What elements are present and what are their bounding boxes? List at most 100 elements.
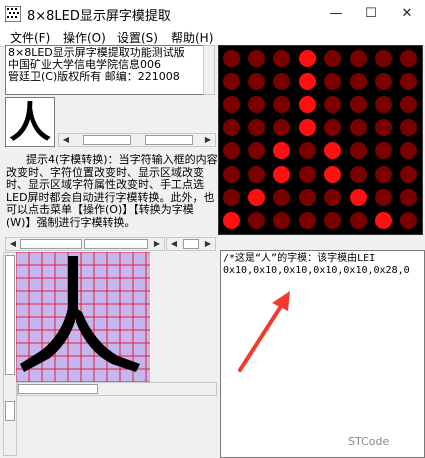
- led-dot[interactable]: [222, 72, 240, 90]
- menu-file[interactable]: 文件(F): [10, 29, 50, 46]
- led-dot[interactable]: [349, 95, 367, 113]
- led-dot[interactable]: [374, 95, 392, 113]
- scroll-left-icon[interactable]: ◀: [59, 134, 73, 146]
- led-dot[interactable]: [247, 188, 265, 206]
- led-dot[interactable]: [298, 119, 316, 137]
- led-dot[interactable]: [298, 95, 316, 113]
- led-dot[interactable]: [324, 188, 342, 206]
- menu-help[interactable]: 帮助(H): [171, 29, 213, 46]
- led-dot[interactable]: [273, 72, 291, 90]
- led-dot[interactable]: [324, 142, 342, 160]
- led-dot[interactable]: [273, 95, 291, 113]
- led-dot[interactable]: [349, 119, 367, 137]
- title-bar: 8×8LED显示屏字模提取 — ☐ ✕: [0, 0, 425, 28]
- led-dot[interactable]: [298, 211, 316, 229]
- led-dot[interactable]: [374, 165, 392, 183]
- led-dot[interactable]: [349, 49, 367, 67]
- led-matrix[interactable]: [218, 45, 423, 235]
- scroll-left-icon[interactable]: ◀: [167, 238, 181, 250]
- scroll-thumb[interactable]: [5, 255, 15, 375]
- led-dot[interactable]: [298, 72, 316, 90]
- led-dot[interactable]: [324, 49, 342, 67]
- scroll-left-icon[interactable]: ◀: [6, 238, 20, 250]
- led-dot[interactable]: [247, 211, 265, 229]
- menu-settings[interactable]: 设置(S): [117, 29, 158, 46]
- led-dot[interactable]: [222, 188, 240, 206]
- app-icon: [5, 6, 21, 22]
- char-input[interactable]: 人: [5, 97, 55, 147]
- led-dot[interactable]: [222, 49, 240, 67]
- grid-blank: [150, 252, 217, 382]
- led-dot[interactable]: [324, 95, 342, 113]
- led-dot[interactable]: [247, 72, 265, 90]
- led-dot[interactable]: [400, 188, 418, 206]
- led-dot[interactable]: [374, 119, 392, 137]
- led-dot[interactable]: [222, 165, 240, 183]
- led-dot[interactable]: [247, 119, 265, 137]
- grid-vscroll[interactable]: [3, 252, 17, 456]
- scroll-thumb-2[interactable]: [5, 401, 15, 421]
- maximize-button[interactable]: ☐: [360, 4, 382, 24]
- led-dot[interactable]: [273, 142, 291, 160]
- led-dot[interactable]: [324, 119, 342, 137]
- scroll-right-icon[interactable]: ▶: [201, 238, 215, 250]
- led-dot[interactable]: [324, 72, 342, 90]
- led-dot[interactable]: [222, 142, 240, 160]
- close-button[interactable]: ✕: [396, 4, 418, 24]
- info-scrollbar[interactable]: [203, 45, 215, 95]
- led-dot[interactable]: [349, 142, 367, 160]
- led-dot[interactable]: [374, 142, 392, 160]
- led-dot[interactable]: [298, 49, 316, 67]
- led-dot[interactable]: [374, 72, 392, 90]
- led-dot[interactable]: [273, 211, 291, 229]
- led-dot[interactable]: [247, 142, 265, 160]
- led-dot[interactable]: [298, 165, 316, 183]
- led-dot[interactable]: [273, 119, 291, 137]
- led-dot[interactable]: [298, 188, 316, 206]
- char-position-scrollbar[interactable]: ◀ ▶: [58, 133, 216, 147]
- led-dot[interactable]: [349, 211, 367, 229]
- led-dot[interactable]: [273, 165, 291, 183]
- led-dot[interactable]: [247, 49, 265, 67]
- menu-operate[interactable]: 操作(O): [63, 29, 106, 46]
- led-dot[interactable]: [400, 72, 418, 90]
- display-scrollbar-2[interactable]: ◀ ▶: [166, 237, 216, 251]
- led-dot[interactable]: [400, 165, 418, 183]
- led-dot[interactable]: [400, 95, 418, 113]
- grid-hscroll[interactable]: [17, 382, 217, 396]
- led-dot[interactable]: [273, 188, 291, 206]
- scroll-thumb[interactable]: [18, 384, 98, 394]
- led-dot[interactable]: [400, 142, 418, 160]
- annotation-arrow-icon: [238, 291, 290, 372]
- led-dot[interactable]: [374, 49, 392, 67]
- led-dot[interactable]: [324, 211, 342, 229]
- led-dot[interactable]: [222, 211, 240, 229]
- scroll-thumb-2[interactable]: [145, 135, 193, 145]
- led-dot[interactable]: [247, 95, 265, 113]
- led-dot[interactable]: [324, 165, 342, 183]
- led-dot[interactable]: [247, 165, 265, 183]
- scroll-thumb[interactable]: [83, 135, 131, 145]
- led-dot[interactable]: [349, 188, 367, 206]
- minimize-button[interactable]: —: [325, 4, 347, 24]
- display-scrollbar-1[interactable]: ◀ ▶: [5, 237, 165, 251]
- led-dot[interactable]: [273, 49, 291, 67]
- scroll-thumb[interactable]: [183, 239, 199, 249]
- led-dot[interactable]: [222, 95, 240, 113]
- char-grid[interactable]: [15, 251, 150, 383]
- led-dot[interactable]: [400, 119, 418, 137]
- char-grid-canvas[interactable]: [15, 251, 150, 383]
- led-dot[interactable]: [349, 165, 367, 183]
- scroll-right-icon[interactable]: ▶: [201, 134, 215, 146]
- scroll-right-icon[interactable]: ▶: [150, 238, 164, 250]
- scroll-thumb[interactable]: [20, 239, 82, 249]
- glyph-stroke-right: [76, 308, 140, 372]
- led-dot[interactable]: [400, 49, 418, 67]
- led-dot[interactable]: [374, 211, 392, 229]
- led-dot[interactable]: [400, 211, 418, 229]
- led-dot[interactable]: [222, 119, 240, 137]
- led-dot[interactable]: [374, 188, 392, 206]
- led-dot[interactable]: [298, 142, 316, 160]
- scroll-thumb-2[interactable]: [84, 239, 148, 249]
- led-dot[interactable]: [349, 72, 367, 90]
